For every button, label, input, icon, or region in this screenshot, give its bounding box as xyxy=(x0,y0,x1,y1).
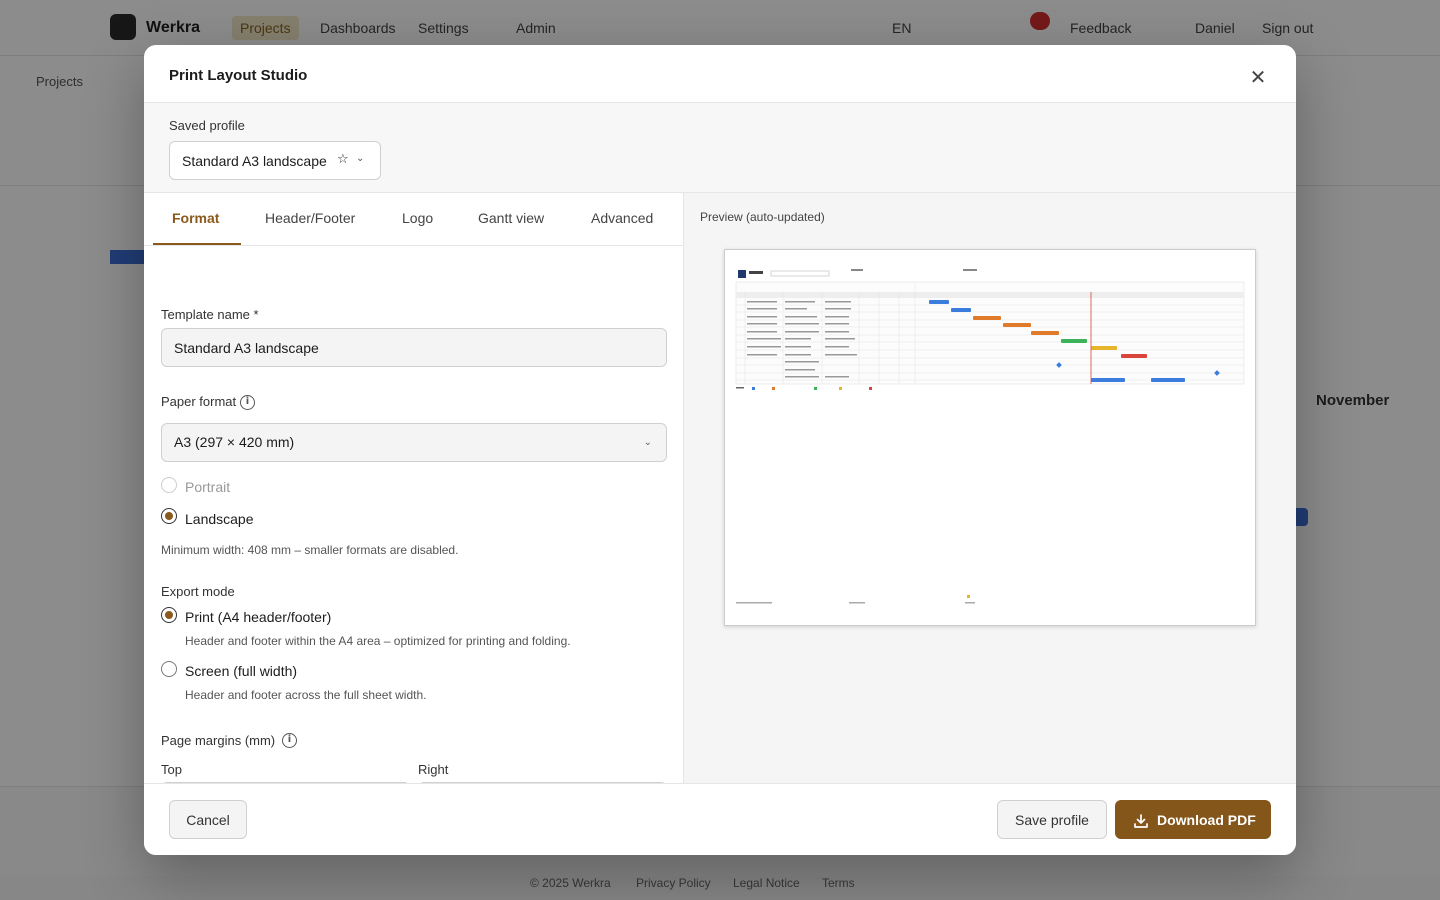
close-icon[interactable]: ✕ xyxy=(1244,63,1272,91)
paper-format-select[interactable]: A3 (297 × 420 mm) ⌄ xyxy=(161,423,667,462)
min-width-note: Minimum width: 408 mm – smaller formats … xyxy=(161,543,459,557)
info-icon[interactable]: i xyxy=(240,395,255,410)
saved-profile-label: Saved profile xyxy=(169,118,245,133)
landscape-radio[interactable] xyxy=(161,508,177,524)
portrait-label: Portrait xyxy=(185,479,231,495)
saved-profile-value: Standard A3 landscape xyxy=(182,153,327,169)
export-screen-label[interactable]: Screen (full width) xyxy=(185,663,297,679)
export-print-help: Header and footer within the A4 area – o… xyxy=(185,634,571,648)
star-icon: ☆ xyxy=(337,152,349,167)
paper-format-value: A3 (297 × 420 mm) xyxy=(174,434,295,450)
dialog-header: Print Layout Studio ✕ xyxy=(144,45,1296,103)
download-pdf-button[interactable]: Download PDF xyxy=(1115,800,1271,839)
margin-top-label: Top xyxy=(161,762,182,777)
chevron-down-icon: ⌄ xyxy=(643,437,652,448)
preview-sheet xyxy=(724,249,1256,626)
portrait-radio xyxy=(161,477,177,493)
settings-tabs: Format Header/Footer Logo Gantt view Adv… xyxy=(144,193,683,246)
settings-pane: Format Header/Footer Logo Gantt view Adv… xyxy=(144,193,684,783)
export-mode-label: Export mode xyxy=(161,584,235,599)
tab-format[interactable]: Format xyxy=(172,210,219,226)
margin-right-label: Right xyxy=(418,762,449,777)
page-margins-label: Page margins (mm) xyxy=(161,733,276,748)
saved-profile-select[interactable]: Standard A3 landscape ☆ ⌄ xyxy=(169,141,381,180)
template-name-input[interactable] xyxy=(161,328,667,367)
preview-pane: Preview (auto-updated) xyxy=(684,193,1296,783)
info-icon[interactable]: i xyxy=(282,733,297,748)
print-layout-dialog: Print Layout Studio ✕ Saved profile Stan… xyxy=(144,45,1296,855)
active-tab-indicator xyxy=(153,243,241,245)
download-pdf-label: Download PDF xyxy=(1157,812,1256,828)
cancel-button[interactable]: Cancel xyxy=(169,800,247,839)
dialog-title: Print Layout Studio xyxy=(169,67,308,84)
template-name-label: Template name * xyxy=(161,307,259,322)
download-icon xyxy=(1134,814,1148,828)
export-screen-help: Header and footer across the full sheet … xyxy=(185,688,427,702)
chevron-down-icon: ⌄ xyxy=(356,153,365,164)
export-print-radio[interactable] xyxy=(161,607,177,623)
save-profile-button[interactable]: Save profile xyxy=(997,800,1107,839)
paper-format-label: Paper format xyxy=(161,394,237,409)
preview-label: Preview (auto-updated) xyxy=(700,210,825,224)
preview-thumbnail xyxy=(735,269,1245,604)
tab-advanced[interactable]: Advanced xyxy=(591,210,653,226)
tab-gantt-view[interactable]: Gantt view xyxy=(478,210,544,226)
tab-header-footer[interactable]: Header/Footer xyxy=(265,210,355,226)
tab-logo[interactable]: Logo xyxy=(402,210,433,226)
export-print-label[interactable]: Print (A4 header/footer) xyxy=(185,609,331,625)
saved-profile-section: Saved profile Standard A3 landscape ☆ ⌄ xyxy=(144,103,1296,193)
dialog-footer: Cancel Save profile Download PDF xyxy=(144,783,1296,855)
landscape-label[interactable]: Landscape xyxy=(185,511,254,527)
export-screen-radio[interactable] xyxy=(161,661,177,677)
